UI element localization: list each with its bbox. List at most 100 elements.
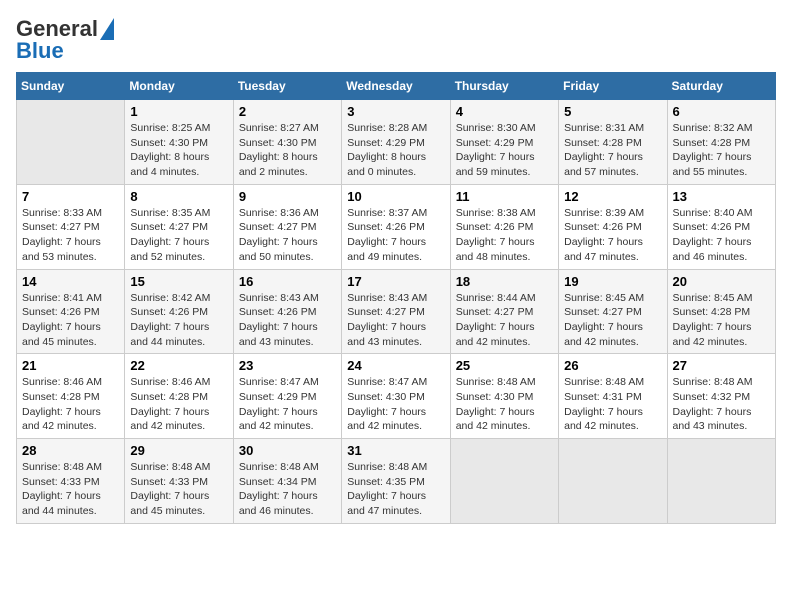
cell-info-text: Sunset: 4:33 PM [22,475,119,490]
cell-info-text: Sunset: 4:26 PM [239,305,336,320]
calendar-cell: 10Sunrise: 8:37 AMSunset: 4:26 PMDayligh… [342,184,450,269]
calendar-cell: 3 Sunrise: 8:28 AMSunset: 4:29 PMDaylight… [342,100,450,185]
cell-info-text: and 46 minutes. [673,250,770,265]
cell-info-text: Daylight: 7 hours [130,320,227,335]
logo: General Blue [16,16,114,64]
cell-info-text: Daylight: 7 hours [564,235,661,250]
cell-info-text: and 46 minutes. [239,504,336,519]
calendar-cell [450,439,558,524]
cell-info-text: Sunrise: 8:48 AM [564,375,661,390]
cell-info-text: Sunset: 4:30 PM [239,136,336,151]
cell-info-text: and 0 minutes. [347,165,444,180]
calendar-cell: 4Sunrise: 8:30 AMSunset: 4:29 PMDaylight… [450,100,558,185]
cell-info-text: and 50 minutes. [239,250,336,265]
cell-date-number: 13 [673,189,770,204]
cell-date-number: 25 [456,358,553,373]
cell-info-text: Daylight: 7 hours [673,150,770,165]
cell-info-text: Sunset: 4:26 PM [130,305,227,320]
cell-info-text: and 44 minutes. [130,335,227,350]
cell-info-text: Sunset: 4:33 PM [130,475,227,490]
cell-info-text: Sunset: 4:29 PM [347,136,444,151]
cell-info-text: Sunrise: 8:48 AM [673,375,770,390]
cell-info-text: Daylight: 7 hours [347,489,444,504]
logo-triangle-icon [100,18,114,40]
cell-info-text: Daylight: 7 hours [22,235,119,250]
cell-info-text: Sunrise: 8:44 AM [456,291,553,306]
cell-info-text: Sunrise: 8:47 AM [239,375,336,390]
cell-info-text: Sunrise: 8:31 AM [564,121,661,136]
cell-date-number: 20 [673,274,770,289]
cell-info-text: Sunrise: 8:39 AM [564,206,661,221]
cell-info-text: Sunrise: 8:48 AM [456,375,553,390]
cell-info-text: Daylight: 7 hours [130,235,227,250]
cell-info-text: and 45 minutes. [22,335,119,350]
cell-info-text: and 42 minutes. [130,419,227,434]
cell-date-number: 1 [130,104,227,119]
calendar-cell: 17Sunrise: 8:43 AMSunset: 4:27 PMDayligh… [342,269,450,354]
cell-info-text: Sunrise: 8:41 AM [22,291,119,306]
cell-date-number: 21 [22,358,119,373]
cell-date-number: 9 [239,189,336,204]
cell-date-number: 23 [239,358,336,373]
cell-info-text: Sunset: 4:28 PM [22,390,119,405]
cell-info-text: Sunrise: 8:40 AM [673,206,770,221]
cell-info-text: Sunrise: 8:37 AM [347,206,444,221]
cell-info-text: Daylight: 7 hours [564,320,661,335]
cell-date-number: 4 [456,104,553,119]
cell-date-number: 14 [22,274,119,289]
header-thursday: Thursday [450,73,558,100]
calendar-cell: 2Sunrise: 8:27 AMSunset: 4:30 PMDaylight… [233,100,341,185]
page-header: General Blue [16,16,776,64]
cell-info-text: Sunset: 4:27 PM [564,305,661,320]
cell-info-text: Sunrise: 8:28 AM [347,121,444,136]
cell-info-text: and 42 minutes. [347,419,444,434]
calendar-cell: 6Sunrise: 8:32 AMSunset: 4:28 PMDaylight… [667,100,775,185]
cell-info-text: Sunset: 4:31 PM [564,390,661,405]
cell-info-text: Sunset: 4:30 PM [347,390,444,405]
calendar-cell: 14Sunrise: 8:41 AMSunset: 4:26 PMDayligh… [17,269,125,354]
cell-info-text: Daylight: 7 hours [456,405,553,420]
cell-info-text: Sunset: 4:30 PM [456,390,553,405]
cell-date-number: 6 [673,104,770,119]
calendar-cell [667,439,775,524]
cell-info-text: Daylight: 7 hours [130,405,227,420]
cell-info-text: Daylight: 7 hours [22,489,119,504]
cell-info-text: Sunrise: 8:27 AM [239,121,336,136]
cell-info-text: and 42 minutes. [564,419,661,434]
calendar-cell: 21Sunrise: 8:46 AMSunset: 4:28 PMDayligh… [17,354,125,439]
calendar-cell: 30Sunrise: 8:48 AMSunset: 4:34 PMDayligh… [233,439,341,524]
cell-info-text: Sunrise: 8:32 AM [673,121,770,136]
cell-date-number: 3 [347,104,444,119]
cell-info-text: Sunrise: 8:47 AM [347,375,444,390]
cell-info-text: Daylight: 7 hours [456,320,553,335]
calendar-cell: 11Sunrise: 8:38 AMSunset: 4:26 PMDayligh… [450,184,558,269]
cell-info-text: and 53 minutes. [22,250,119,265]
cell-date-number: 19 [564,274,661,289]
cell-info-text: Sunrise: 8:30 AM [456,121,553,136]
calendar-cell: 1Sunrise: 8:25 AMSunset: 4:30 PMDaylight… [125,100,233,185]
cell-info-text: Sunset: 4:27 PM [456,305,553,320]
cell-info-text: and 42 minutes. [239,419,336,434]
header-wednesday: Wednesday [342,73,450,100]
cell-info-text: Daylight: 8 hours [347,150,444,165]
cell-info-text: and 48 minutes. [456,250,553,265]
cell-info-text: Sunset: 4:26 PM [564,220,661,235]
cell-date-number: 12 [564,189,661,204]
cell-info-text: Sunset: 4:28 PM [673,305,770,320]
calendar-cell: 9Sunrise: 8:36 AMSunset: 4:27 PMDaylight… [233,184,341,269]
cell-info-text: and 43 minutes. [239,335,336,350]
cell-info-text: Sunrise: 8:45 AM [673,291,770,306]
logo-blue: Blue [16,38,64,64]
calendar-week-row: 14Sunrise: 8:41 AMSunset: 4:26 PMDayligh… [17,269,776,354]
cell-info-text: Sunrise: 8:42 AM [130,291,227,306]
cell-info-text: Sunrise: 8:48 AM [130,460,227,475]
cell-date-number: 28 [22,443,119,458]
cell-info-text: and 42 minutes. [456,335,553,350]
cell-info-text: Sunset: 4:26 PM [456,220,553,235]
calendar-header-row: SundayMondayTuesdayWednesdayThursdayFrid… [17,73,776,100]
cell-info-text: Sunrise: 8:25 AM [130,121,227,136]
cell-info-text: Sunset: 4:30 PM [130,136,227,151]
header-tuesday: Tuesday [233,73,341,100]
header-friday: Friday [559,73,667,100]
cell-info-text: and 44 minutes. [22,504,119,519]
